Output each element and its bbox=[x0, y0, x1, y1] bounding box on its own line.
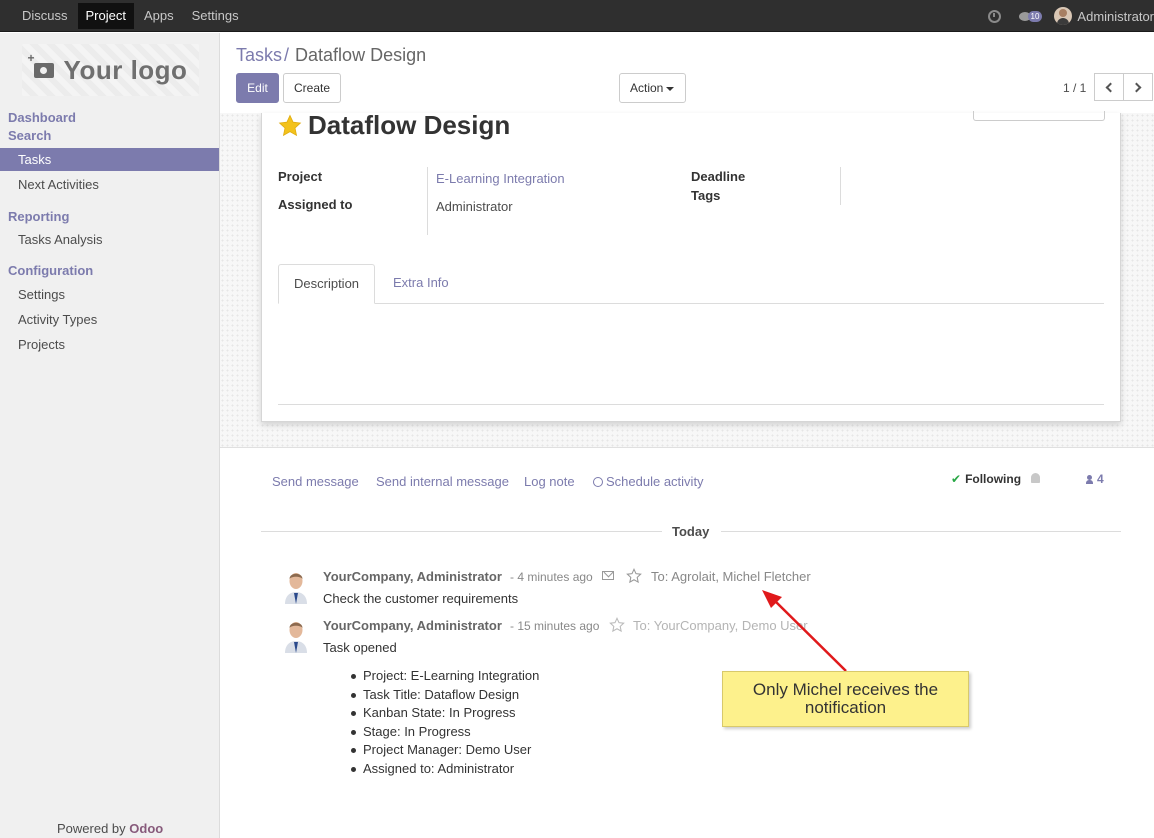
odoo-link[interactable]: Odoo bbox=[129, 821, 163, 836]
project-value[interactable]: E-Learning Integration bbox=[436, 171, 565, 186]
breadcrumb-current: Dataflow Design bbox=[295, 45, 427, 65]
followers-count: 4 bbox=[1097, 472, 1104, 486]
chevron-left-icon bbox=[1105, 82, 1116, 92]
star-outline-icon[interactable] bbox=[626, 568, 642, 584]
description-bottom-line bbox=[278, 404, 1104, 405]
logo-text: Your logo bbox=[63, 54, 188, 85]
top-navbar: Discuss Project Apps Settings 10 Adminis… bbox=[0, 0, 1154, 32]
form-sheet: Dataflow Design Project Assigned to E-Le… bbox=[261, 110, 1121, 422]
date-separator-line bbox=[261, 531, 662, 532]
tracking-value: Task Title: Dataflow Design bbox=[351, 686, 539, 705]
date-separator-today: Today bbox=[672, 524, 710, 539]
send-internal-message-button[interactable]: Send internal message bbox=[376, 474, 509, 489]
notebook-tabs: Description Extra Info bbox=[278, 264, 1104, 304]
message-body: Task opened bbox=[323, 640, 397, 655]
sidebar-section-configuration[interactable]: Configuration bbox=[8, 263, 93, 278]
camera-icon bbox=[28, 51, 54, 78]
breadcrumb: Tasks / Dataflow Design bbox=[236, 45, 426, 66]
activity-clock-icon[interactable] bbox=[987, 9, 1001, 23]
title-row: Dataflow Design bbox=[278, 110, 510, 141]
tracking-value: Kanban State: In Progress bbox=[351, 704, 539, 723]
assigned-to-label: Assigned to bbox=[278, 197, 353, 212]
schedule-activity-label: Schedule activity bbox=[606, 474, 704, 489]
following-label: Following bbox=[965, 472, 1022, 486]
tracking-value: Project Manager: Demo User bbox=[351, 741, 539, 760]
tracking-value: Assigned to: Administrator bbox=[351, 760, 539, 779]
pager-previous-button[interactable] bbox=[1094, 73, 1124, 101]
message-author-avatar[interactable] bbox=[281, 617, 311, 653]
breadcrumb-tasks[interactable]: Tasks bbox=[236, 45, 282, 65]
user-name: Administrator bbox=[1077, 8, 1154, 24]
assigned-to-value: Administrator bbox=[436, 199, 513, 214]
clock-icon bbox=[593, 477, 603, 487]
edit-button[interactable]: Edit bbox=[236, 73, 279, 103]
menu-apps[interactable]: Apps bbox=[136, 3, 182, 29]
tab-description[interactable]: Description bbox=[278, 264, 376, 304]
pager-next-button[interactable] bbox=[1123, 73, 1153, 101]
sidebar-section-search[interactable]: Search bbox=[8, 128, 51, 143]
pager-value[interactable]: 1 / 1 bbox=[1063, 81, 1086, 95]
stat-button[interactable] bbox=[973, 111, 1105, 121]
app-menu: Discuss Project Apps Settings bbox=[14, 3, 249, 29]
schedule-activity-button[interactable]: Schedule activity bbox=[593, 474, 704, 489]
message-body: Check the customer requirements bbox=[323, 591, 519, 606]
message-time: - 15 minutes ago bbox=[510, 619, 600, 633]
send-message-button[interactable]: Send message bbox=[272, 474, 359, 489]
envelope-icon bbox=[602, 571, 614, 580]
project-label: Project bbox=[278, 169, 323, 184]
menu-project[interactable]: Project bbox=[77, 3, 134, 29]
field-divider bbox=[427, 167, 428, 235]
tracking-values-list: Project: E-Learning Integration Task Tit… bbox=[351, 667, 539, 778]
user-menu[interactable]: Administrator bbox=[1054, 7, 1154, 25]
following-button[interactable]: ✔ Following bbox=[951, 472, 1021, 486]
sidebar-item-tasks[interactable]: Tasks bbox=[0, 148, 219, 171]
caret-down-icon bbox=[666, 86, 675, 91]
sidebar-section-dashboard[interactable]: Dashboard bbox=[8, 110, 76, 125]
tracking-value: Stage: In Progress bbox=[351, 723, 539, 742]
annotation-callout: Only Michel receives the notification bbox=[722, 671, 969, 727]
log-note-button[interactable]: Log note bbox=[524, 474, 575, 489]
bell-icon[interactable] bbox=[1031, 473, 1040, 483]
message-author-avatar[interactable] bbox=[281, 568, 311, 604]
tracking-value: Project: E-Learning Integration bbox=[351, 667, 539, 686]
date-separator-line bbox=[721, 531, 1121, 532]
chat-count-badge: 10 bbox=[1027, 10, 1043, 22]
sidebar-item-next-activities[interactable]: Next Activities bbox=[0, 173, 219, 196]
breadcrumb-separator: / bbox=[284, 45, 290, 65]
action-dropdown[interactable]: Action bbox=[619, 73, 686, 103]
sidebar-item-projects[interactable]: Projects bbox=[0, 333, 219, 356]
user-icon bbox=[1086, 475, 1093, 484]
task-title: Dataflow Design bbox=[308, 110, 511, 140]
sidebar-item-activity-types[interactable]: Activity Types bbox=[0, 308, 219, 331]
powered-by-text: Powered by bbox=[57, 821, 126, 836]
action-label: Action bbox=[630, 81, 664, 95]
message-author[interactable]: YourCompany, Administrator bbox=[323, 618, 502, 633]
sidebar-item-settings[interactable]: Settings bbox=[0, 283, 219, 306]
field-divider bbox=[840, 167, 841, 205]
menu-discuss[interactable]: Discuss bbox=[14, 3, 76, 29]
tab-extra-info[interactable]: Extra Info bbox=[378, 264, 464, 304]
sidebar: Your logo Dashboard Search Tasks Next Ac… bbox=[0, 33, 220, 838]
company-logo[interactable]: Your logo bbox=[22, 44, 199, 96]
star-outline-icon[interactable] bbox=[609, 617, 625, 633]
tags-label: Tags bbox=[691, 188, 721, 203]
followers-button[interactable]: 4 bbox=[1086, 472, 1104, 486]
star-icon[interactable] bbox=[278, 114, 302, 138]
sidebar-section-reporting[interactable]: Reporting bbox=[8, 209, 69, 224]
user-avatar bbox=[1054, 7, 1073, 25]
message-time: - 4 minutes ago bbox=[510, 570, 593, 584]
powered-by: Powered by Odoo bbox=[57, 821, 163, 836]
control-panel: Tasks / Dataflow Design Edit Create Action… bbox=[220, 33, 1154, 113]
message-recipients: To: YourCompany, Demo User bbox=[633, 618, 808, 633]
check-icon: ✔ bbox=[951, 472, 962, 486]
message-recipients: To: Agrolait, Michel Fletcher bbox=[651, 569, 811, 584]
create-button[interactable]: Create bbox=[283, 73, 341, 103]
message-author[interactable]: YourCompany, Administrator bbox=[323, 569, 502, 584]
menu-settings[interactable]: Settings bbox=[184, 3, 247, 29]
chevron-right-icon bbox=[1131, 82, 1142, 92]
systray: 10 Administrator bbox=[987, 0, 1154, 32]
messaging-menu[interactable]: 10 bbox=[1018, 10, 1043, 22]
deadline-label: Deadline bbox=[691, 169, 746, 184]
sidebar-item-tasks-analysis[interactable]: Tasks Analysis bbox=[0, 228, 219, 251]
